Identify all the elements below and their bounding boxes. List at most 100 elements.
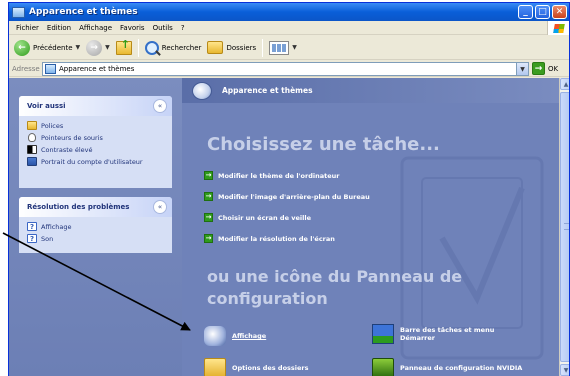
back-label: Précédente — [33, 43, 73, 52]
green-arrow-icon: → — [204, 192, 213, 201]
troubleshoot-list: ? Affichage ? Son — [19, 217, 172, 251]
maximize-button[interactable]: □ — [535, 5, 550, 19]
task-label: Choisir un écran de veille — [218, 213, 311, 222]
sidebar-item-high-contrast[interactable]: Contraste élevé — [27, 144, 164, 155]
help-icon: ? — [27, 222, 37, 231]
cp-icon-nvidia[interactable]: Panneau de configuration NVIDIA — [372, 358, 522, 376]
forward-dropdown-icon[interactable]: ▼ — [105, 44, 110, 51]
main-pane: Apparence et thèmes Choisissez une tâche… — [182, 78, 559, 376]
sidebar-item-label: Affichage — [41, 222, 72, 231]
folders-icon — [207, 41, 224, 54]
display-icon — [204, 326, 226, 346]
address-dropdown-icon[interactable]: ▼ — [516, 63, 528, 75]
task-pane: Voir aussi « Polices Pointeurs de souris… — [9, 78, 182, 376]
address-bar: Adresse Apparence et thèmes ▼ → OK — [9, 61, 569, 77]
pick-task-heading: Choisissez une tâche... — [207, 134, 440, 155]
forward-arrow-icon: → — [86, 39, 103, 56]
green-arrow-icon: → — [204, 213, 213, 222]
views-button[interactable]: ▼ — [266, 38, 300, 58]
vertical-scrollbar[interactable]: ▲ ▼ — [559, 78, 569, 376]
help-icon: ? — [27, 234, 37, 243]
sidebar-item-label: Son — [41, 234, 54, 243]
green-arrow-icon: → — [204, 234, 213, 243]
window-controls: _ □ ✕ — [518, 5, 567, 19]
menu-edition[interactable]: Edition — [43, 24, 75, 32]
cp-icon-folder-options[interactable]: Options des dossiers — [204, 358, 309, 376]
minimize-button[interactable]: _ — [518, 5, 533, 19]
back-button[interactable]: ← Précédente ▼ — [11, 38, 83, 58]
folder-options-icon — [204, 358, 226, 376]
search-button[interactable]: Rechercher — [142, 38, 205, 58]
cp-icon-taskbar[interactable]: Barre des tâches et menu Démarrer — [372, 324, 522, 344]
search-label: Rechercher — [161, 43, 202, 52]
menu-favoris[interactable]: Favoris — [116, 24, 149, 32]
close-button[interactable]: ✕ — [552, 5, 567, 19]
cp-icon-display[interactable]: Affichage — [204, 326, 266, 346]
mouse-icon — [28, 133, 36, 142]
task-screen-resolution[interactable]: → Modifier la résolution de l'écran — [204, 234, 335, 243]
see-also-list: Polices Pointeurs de souris Contraste él… — [19, 116, 172, 174]
fonts-folder-icon — [27, 121, 37, 130]
back-dropdown-icon[interactable]: ▼ — [76, 44, 81, 51]
menu-affichage[interactable]: Affichage — [75, 24, 116, 32]
troubleshoot-panel: Résolution des problèmes « ? Affichage ?… — [19, 197, 172, 253]
nvidia-icon — [372, 358, 394, 376]
folders-label: Dossiers — [226, 43, 257, 52]
sidebar-item-user-picture[interactable]: Portrait du compte d'utilisateur — [27, 156, 164, 167]
see-also-panel: Voir aussi « Polices Pointeurs de souris… — [19, 96, 172, 188]
contrast-icon — [27, 145, 37, 154]
forward-button[interactable]: → ▼ — [83, 38, 113, 58]
task-label: Modifier le thème de l'ordinateur — [218, 171, 340, 180]
troubleshoot-header[interactable]: Résolution des problèmes « — [19, 197, 172, 217]
menu-fichier[interactable]: Fichier — [12, 24, 43, 32]
go-label: OK — [548, 64, 559, 73]
taskbar-icon — [372, 324, 394, 344]
scroll-down-button[interactable]: ▼ — [560, 364, 569, 376]
window-icon — [12, 6, 25, 18]
cp-icon-label: Options des dossiers — [232, 364, 309, 372]
sidebar-item-display-troubleshoot[interactable]: ? Affichage — [27, 221, 164, 232]
category-title: Apparence et thèmes — [222, 86, 313, 95]
sidebar-item-sound-troubleshoot[interactable]: ? Son — [27, 233, 164, 244]
category-header: Apparence et thèmes — [182, 78, 559, 103]
task-change-theme[interactable]: → Modifier le thème de l'ordinateur — [204, 171, 339, 180]
see-also-header[interactable]: Voir aussi « — [19, 96, 172, 116]
collapse-icon[interactable]: « — [153, 99, 167, 113]
folder-up-icon — [115, 38, 132, 55]
toolbar: ← Précédente ▼ → ▼ Rechercher Dossiers ▼ — [9, 36, 569, 60]
cp-icon-label: Panneau de configuration NVIDIA — [400, 364, 523, 372]
views-icon — [269, 40, 290, 55]
task-change-background[interactable]: → Modifier l'image d'arrière-plan du Bur… — [204, 192, 370, 201]
title-bar[interactable]: Apparence et thèmes _ □ ✕ — [9, 3, 569, 21]
menu-outils[interactable]: Outils — [149, 24, 177, 32]
views-dropdown-icon[interactable]: ▼ — [292, 44, 297, 51]
appearance-themes-icon — [192, 81, 212, 100]
address-value: Apparence et thèmes — [59, 65, 135, 73]
back-arrow-icon: ← — [14, 39, 30, 56]
task-screensaver[interactable]: → Choisir un écran de veille — [204, 213, 311, 222]
see-also-title: Voir aussi — [27, 102, 66, 110]
sidebar-item-label: Contraste élevé — [41, 145, 93, 154]
folders-button[interactable]: Dossiers — [204, 38, 259, 58]
up-button[interactable] — [113, 38, 135, 58]
go-button[interactable]: → OK — [532, 62, 558, 75]
cp-icon-label: Affichage — [232, 332, 267, 340]
magnifier-icon — [144, 40, 159, 55]
user-picture-icon — [27, 157, 37, 166]
address-field[interactable]: Apparence et thèmes ▼ — [42, 62, 529, 76]
windows-logo-icon — [547, 21, 569, 35]
folder-window-icon — [45, 64, 56, 74]
sidebar-item-label: Pointeurs de souris — [41, 133, 103, 142]
window-title: Apparence et thèmes — [29, 7, 138, 17]
menu-bar: Fichier Edition Affichage Favoris Outils… — [9, 21, 569, 35]
collapse-icon[interactable]: « — [153, 200, 167, 214]
scroll-up-button[interactable]: ▲ — [560, 78, 569, 90]
sidebar-item-fonts[interactable]: Polices — [27, 120, 164, 131]
or-icon-heading: ou une icône du Panneau de configuration — [207, 267, 463, 308]
menu-help[interactable]: ? — [177, 24, 189, 32]
scroll-thumb[interactable] — [560, 92, 569, 362]
go-arrow-icon: → — [532, 62, 545, 75]
sidebar-item-mouse-pointers[interactable]: Pointeurs de souris — [27, 132, 164, 143]
sidebar-item-label: Polices — [41, 121, 64, 130]
toolbar-separator — [262, 38, 264, 57]
